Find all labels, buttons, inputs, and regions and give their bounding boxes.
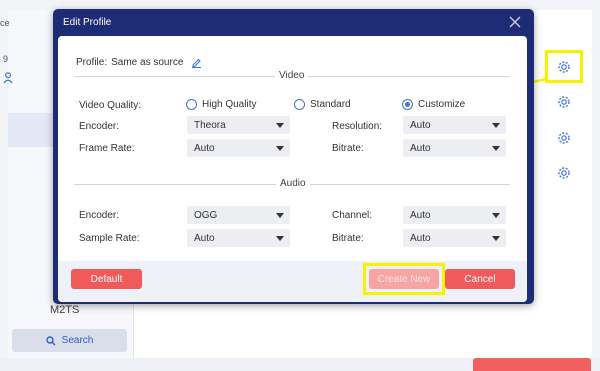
- close-icon[interactable]: [508, 15, 522, 29]
- profile-value: Same as source: [111, 57, 184, 68]
- gear-icon[interactable]: [557, 131, 571, 145]
- radio-high-quality[interactable]: High Quality: [186, 99, 256, 110]
- chevron-down-icon: [276, 123, 284, 128]
- radio-label: High Quality: [202, 99, 257, 110]
- radio-standard[interactable]: Standard: [294, 99, 351, 110]
- radio-indicator: [294, 99, 305, 110]
- search-icon: [45, 335, 56, 345]
- radio-label: Customize: [418, 99, 466, 110]
- audio-encoder-select[interactable]: OGG: [187, 206, 290, 224]
- search-button[interactable]: Search: [12, 329, 127, 352]
- cancel-button[interactable]: Cancel: [445, 269, 515, 289]
- chevron-down-icon: [492, 146, 500, 151]
- audio-section-title: Audio: [276, 178, 310, 189]
- audio-bitrate-select[interactable]: Auto: [403, 229, 506, 247]
- radio-customize[interactable]: Customize: [402, 99, 465, 110]
- dialog-title: Edit Profile: [63, 17, 112, 28]
- select-value: Auto: [194, 232, 215, 244]
- select-value: Auto: [194, 142, 215, 154]
- video-section-title: Video: [275, 70, 309, 81]
- edit-profile-dialog: Edit Profile Profile: Same as source Vid…: [53, 9, 534, 304]
- search-label: Search: [61, 335, 94, 346]
- edge-text: ce: [0, 18, 10, 28]
- chevron-down-icon: [276, 236, 284, 241]
- chevron-down-icon: [492, 236, 500, 241]
- select-value: Auto: [410, 119, 431, 131]
- select-value: OGG: [194, 209, 218, 221]
- frame-rate-select[interactable]: Auto: [187, 139, 290, 157]
- audio-encoder-label: Encoder:: [79, 210, 120, 221]
- radio-label: Standard: [310, 99, 351, 110]
- audio-bitrate-label: Bitrate:: [332, 233, 364, 244]
- default-button[interactable]: Default: [71, 269, 142, 289]
- edit-pencil-icon[interactable]: [191, 57, 202, 68]
- chevron-down-icon: [492, 213, 500, 218]
- frame-rate-label: Frame Rate:: [79, 143, 135, 154]
- resolution-select[interactable]: Auto: [403, 116, 506, 134]
- chevron-down-icon: [492, 123, 500, 128]
- resolution-label: Resolution:: [332, 121, 383, 132]
- user-icon: [3, 72, 13, 84]
- radio-indicator: [402, 99, 413, 110]
- chevron-down-icon: [276, 146, 284, 151]
- sample-rate-select[interactable]: Auto: [187, 229, 290, 247]
- dialog-body: Profile: Same as source Video Video Qual…: [58, 36, 527, 302]
- format-label: M2TS: [50, 304, 80, 316]
- convert-all-button[interactable]: [473, 358, 591, 371]
- radio-indicator: [186, 99, 197, 110]
- video-quality-label: Video Quality:: [79, 100, 142, 111]
- edge-number: 9: [3, 54, 9, 64]
- create-new-highlight-annotation: [363, 263, 445, 295]
- chevron-down-icon: [276, 213, 284, 218]
- select-value: Theora: [194, 119, 226, 131]
- channel-select[interactable]: Auto: [403, 206, 506, 224]
- select-value: Auto: [410, 142, 431, 154]
- gear-icon[interactable]: [557, 166, 571, 180]
- video-bitrate-select[interactable]: Auto: [403, 139, 506, 157]
- video-bitrate-label: Bitrate:: [332, 143, 364, 154]
- video-encoder-label: Encoder:: [79, 121, 120, 132]
- sample-rate-label: Sample Rate:: [79, 233, 140, 244]
- gear-icon[interactable]: [557, 95, 571, 109]
- channel-label: Channel:: [332, 210, 373, 221]
- profile-row: Profile: Same as source: [76, 57, 202, 68]
- select-value: Auto: [410, 232, 431, 244]
- profile-label: Profile:: [76, 57, 108, 68]
- video-encoder-select[interactable]: Theora: [187, 116, 290, 134]
- select-value: Auto: [410, 209, 431, 221]
